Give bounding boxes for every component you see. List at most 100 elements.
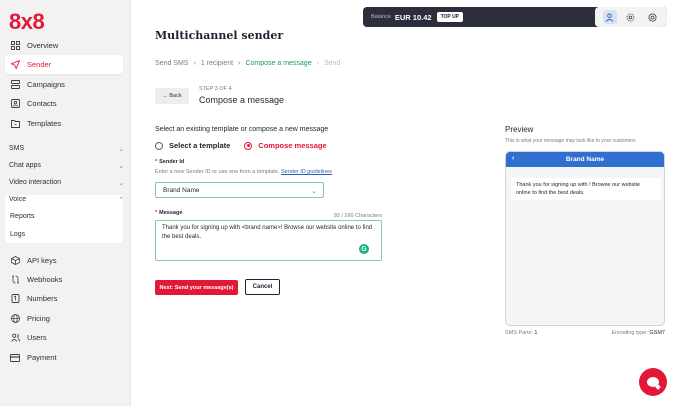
sidebar-item-campaigns[interactable]: Campaigns (5, 75, 123, 94)
sidebar-item-label: Pricing (27, 314, 50, 323)
sidebar-item-users[interactable]: Users (5, 328, 123, 347)
sender-id-guidelines-link[interactable]: Sender ID guidelines (281, 169, 332, 175)
sidebar-item-numbers[interactable]: Numbers (5, 289, 123, 308)
sidebar-item-contacts[interactable]: Contacts (5, 94, 123, 113)
breadcrumb-item-recipient[interactable]: 1 recipient (201, 60, 233, 67)
webhook-icon (9, 275, 21, 284)
sidebar-item-api-keys[interactable]: API keys (5, 251, 123, 270)
breadcrumb-separator: › (316, 60, 319, 67)
sender-id-label: * Sender Id (155, 159, 184, 165)
settings-icon[interactable] (645, 10, 659, 24)
sidebar-item-pricing[interactable]: Pricing (5, 309, 123, 328)
users-icon (9, 333, 21, 342)
sidebar-item-label: Numbers (27, 294, 58, 303)
step-title: Compose a message (199, 95, 285, 105)
message-bubble: Thank you for signing up with ! Browse o… (511, 178, 661, 200)
message-textarea[interactable]: Thank you for signing up with <brand nam… (155, 220, 382, 261)
sidebar-item-label: Contacts (27, 99, 57, 108)
sidebar: 8x8 Overview Sender Campaigns Contacts T… (0, 0, 131, 406)
globe-icon (9, 314, 21, 323)
sms-parts-value: 1 (534, 330, 538, 336)
message-source-radios: Select a template Compose message (155, 141, 327, 150)
balance-label: Balance (371, 14, 391, 20)
sidebar-section-video-interaction[interactable]: Video interaction ⌄ (9, 179, 124, 187)
grammarly-icon[interactable]: G (359, 244, 369, 254)
sidebar-section-sms[interactable]: SMS ⌄ (9, 145, 124, 153)
radio-select-template-label[interactable]: Select a template (169, 141, 230, 150)
back-chevron-icon: ‹ (512, 155, 515, 162)
sidebar-item-payment[interactable]: Payment (5, 348, 123, 367)
card-icon (9, 353, 21, 362)
gear-icon[interactable] (624, 10, 638, 24)
breadcrumb-separator: › (193, 60, 196, 67)
page-title: Multichannel sender (155, 29, 284, 42)
sidebar-section-voice[interactable]: Voice ⌃ (9, 196, 124, 204)
chat-bubble-icon (647, 377, 659, 387)
step-indicator: STEP 3 OF 4 (199, 86, 232, 92)
sidebar-item-webhooks[interactable]: Webhooks (5, 270, 123, 289)
brand-logo[interactable]: 8x8 (9, 9, 45, 35)
chat-support-button[interactable] (639, 368, 667, 396)
encoding-label: Encoding type: (611, 330, 648, 336)
preview-subtitle: This is what your message may look like … (505, 138, 636, 144)
chevron-down-icon: ⌄ (118, 146, 124, 153)
radio-select-template[interactable] (155, 141, 163, 150)
preview-title: Preview (505, 125, 534, 134)
phone-preview: ‹ Brand Name Thank you for signing up wi… (505, 151, 665, 326)
sms-parts-label: SMS Parts: (505, 330, 533, 336)
sidebar-item-overview[interactable]: Overview (5, 36, 123, 55)
encoding-type: Encoding type: GSM7 (595, 330, 665, 336)
sidebar-item-label: Campaigns (27, 80, 65, 89)
breadcrumb-item-compose: Compose a message (245, 60, 312, 67)
compose-prompt: Select an existing template or compose a… (155, 126, 329, 133)
account-icons (595, 7, 667, 27)
section-label: Video interaction (9, 179, 62, 186)
breadcrumb: Send SMS › 1 recipient › Compose a messa… (155, 60, 340, 67)
chevron-up-icon: ⌃ (118, 197, 124, 204)
section-label: Voice (9, 196, 27, 203)
sidebar-item-label: Webhooks (27, 275, 63, 284)
sidebar-section-chat-apps[interactable]: Chat apps ⌄ (9, 162, 124, 170)
cube-icon (9, 256, 21, 265)
phone-header: ‹ Brand Name (506, 152, 664, 167)
back-button[interactable]: ← Back (155, 88, 189, 104)
breadcrumb-item-send: Send (323, 60, 341, 67)
breadcrumb-item-send-sms[interactable]: Send SMS (155, 60, 188, 67)
sidebar-subitem-reports[interactable]: Reports (10, 213, 35, 220)
sidebar-subitem-logs[interactable]: Logs (10, 231, 25, 238)
sidebar-item-label: Sender (27, 60, 52, 69)
required-marker: * (155, 159, 158, 165)
next-send-button[interactable]: Next: Send your message(s) (155, 280, 238, 295)
sidebar-item-templates[interactable]: Templates (5, 114, 123, 133)
message-label-text: Message (159, 210, 183, 216)
radio-compose-message-label[interactable]: Compose message (258, 141, 326, 150)
phone-header-title: Brand Name (565, 156, 605, 163)
sidebar-item-sender[interactable]: Sender (5, 55, 123, 74)
message-label: * Message (155, 210, 182, 216)
contacts-icon (9, 99, 21, 108)
sender-id-select[interactable]: Brand Name ⌄ (155, 182, 324, 198)
required-marker: * (155, 210, 158, 216)
sidebar-item-label: Payment (27, 353, 57, 362)
section-label: Chat apps (9, 162, 41, 169)
chevron-down-icon: ⌄ (311, 188, 317, 195)
chevron-down-icon: ⌄ (118, 180, 124, 187)
sender-id-label-text: Sender Id (159, 159, 185, 165)
sidebar-item-label: API keys (27, 256, 57, 265)
numbers-icon (9, 294, 21, 303)
sms-parts: SMS Parts: 1 (505, 330, 537, 336)
chevron-down-icon: ⌄ (118, 163, 124, 170)
templates-icon (9, 119, 21, 128)
sidebar-item-label: Overview (27, 41, 59, 50)
sender-id-value: Brand Name (163, 186, 200, 194)
send-icon (9, 60, 21, 69)
top-up-button[interactable]: TOP UP (436, 12, 464, 22)
campaigns-icon (9, 80, 21, 89)
breadcrumb-separator: › (238, 60, 241, 67)
sidebar-item-label: Templates (27, 119, 62, 128)
section-label: SMS (9, 145, 25, 152)
user-icon[interactable] (602, 10, 617, 24)
encoding-value: GSM7 (649, 330, 665, 336)
radio-compose-message[interactable] (244, 141, 253, 150)
cancel-button[interactable]: Cancel (245, 279, 280, 295)
